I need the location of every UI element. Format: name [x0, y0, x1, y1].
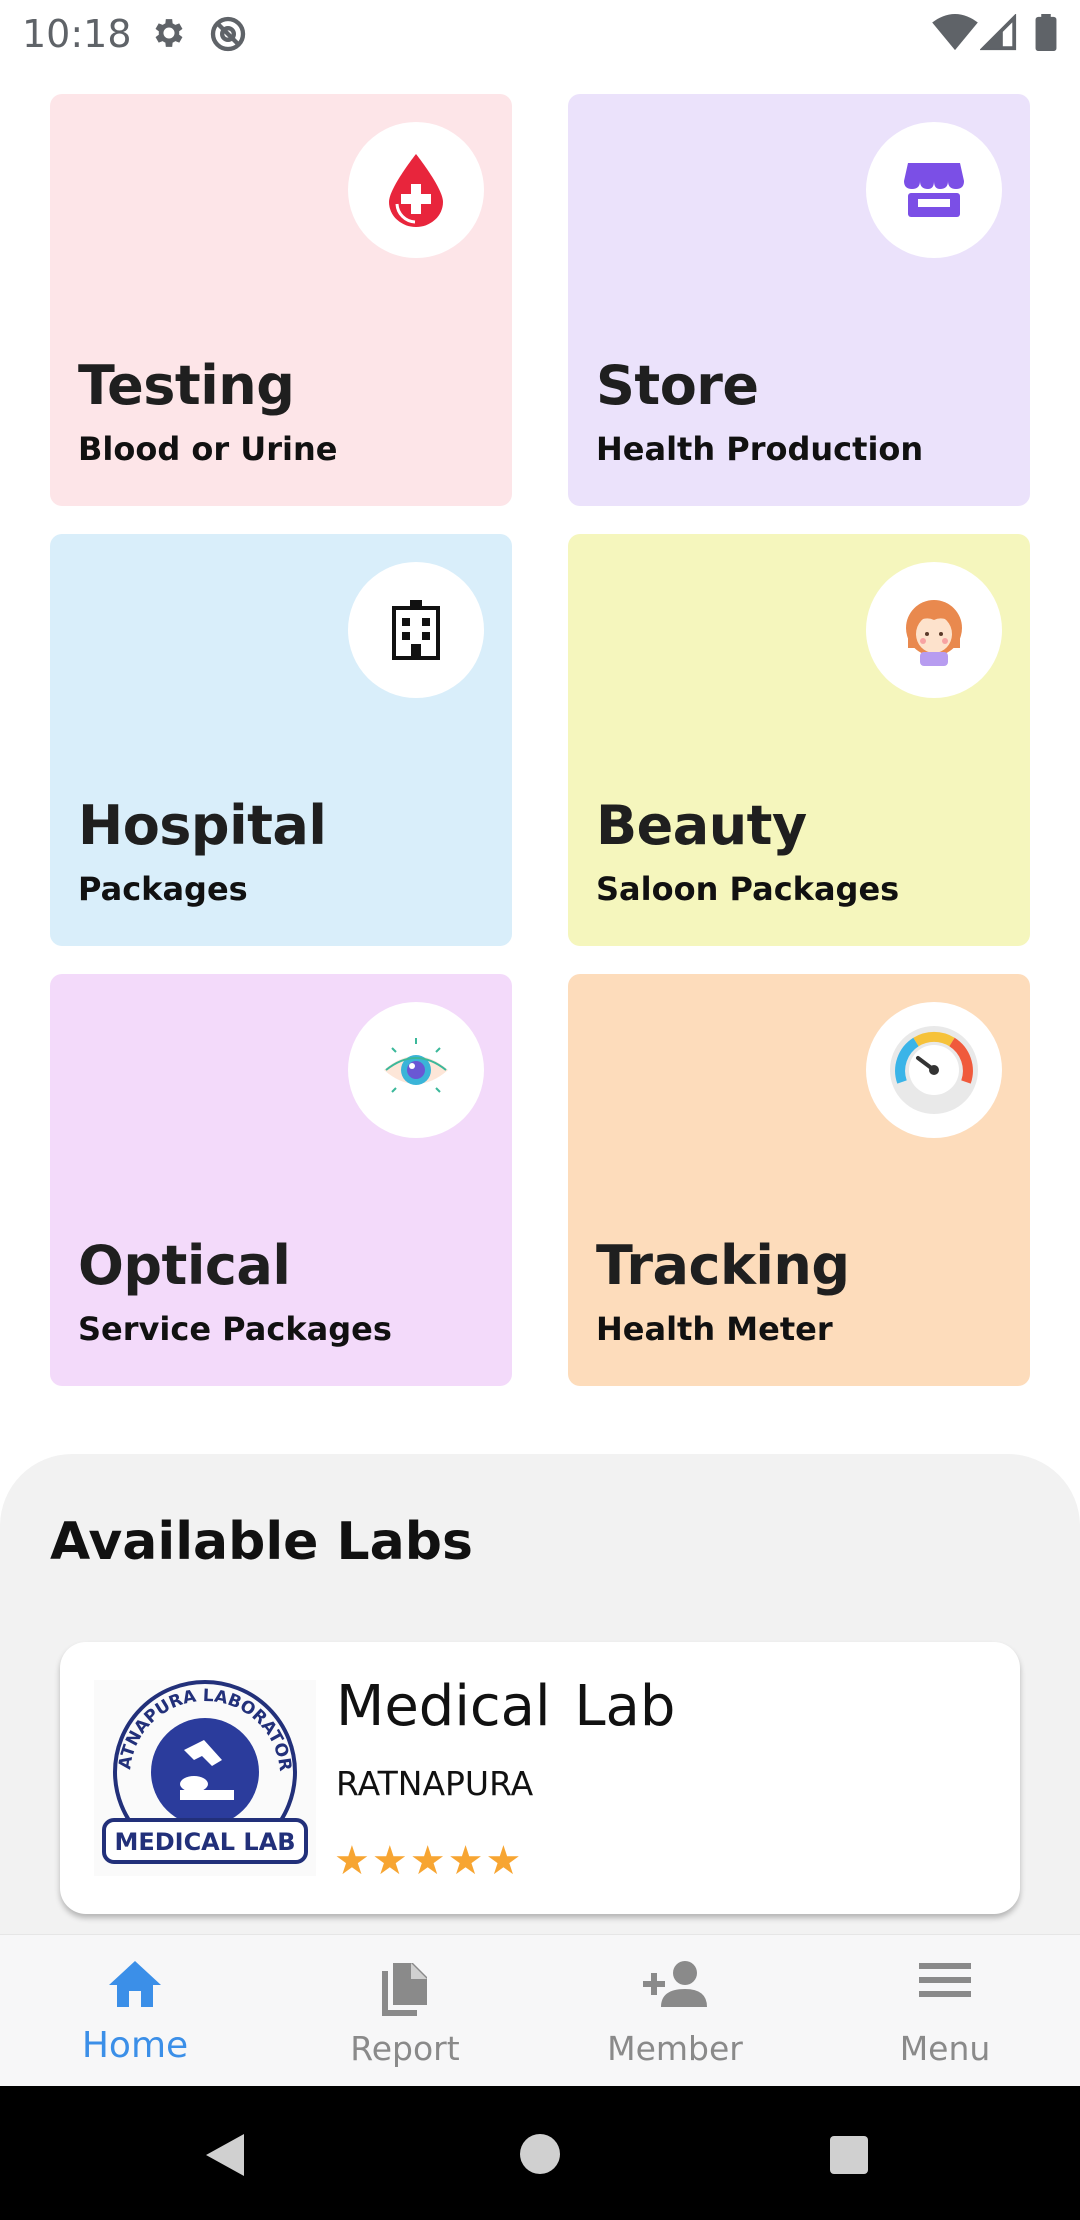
service-icon-circle: [348, 562, 484, 698]
nav-label: Report: [350, 2029, 460, 2068]
service-title: Optical: [78, 1234, 291, 1297]
menu-icon: [919, 1963, 971, 1997]
settings-icon: [155, 19, 183, 47]
service-card-testing[interactable]: Testing Blood or Urine: [50, 94, 512, 506]
woman-face-icon: [906, 600, 962, 666]
service-icon-circle: [866, 1002, 1002, 1138]
service-subtitle: Health Production: [596, 430, 924, 468]
lab-name: Medical Lab: [336, 1674, 676, 1739]
service-subtitle: Service Packages: [78, 1310, 392, 1348]
service-icon-circle: [348, 1002, 484, 1138]
service-title: Beauty: [596, 794, 807, 857]
add-member-icon: [643, 1961, 707, 2007]
eye-icon: [384, 1038, 448, 1093]
signal-icon: [980, 14, 1017, 51]
lab-logo: RATNAPURA LABORATORY MEDICAL LAB: [87, 1665, 316, 1876]
service-title: Testing: [78, 354, 295, 417]
service-subtitle: Blood or Urine: [78, 430, 338, 468]
nav-report[interactable]: Report: [270, 1935, 540, 2087]
bottom-nav: Home Report Member Menu: [0, 1934, 1080, 2087]
battery-icon: [1035, 14, 1057, 52]
hospital-building-icon: [392, 600, 440, 660]
service-card-beauty[interactable]: Beauty Saloon Packages: [568, 534, 1030, 946]
back-icon[interactable]: [204, 2132, 246, 2178]
status-time: 10:18: [22, 12, 132, 56]
report-icon: [382, 1963, 427, 2016]
nav-menu[interactable]: Menu: [810, 1935, 1080, 2087]
lab-city: RATNAPURA: [336, 1764, 534, 1803]
nav-label: Home: [81, 2025, 189, 2066]
nav-label: Member: [607, 2029, 743, 2068]
wifi-icon: [932, 14, 978, 51]
home-icon: [109, 1961, 161, 2007]
data-saver-icon: [210, 16, 246, 52]
service-title: Store: [596, 354, 759, 417]
store-icon: [904, 163, 964, 217]
service-icon-circle: [866, 562, 1002, 698]
gauge-meter-icon: [890, 1026, 978, 1114]
service-subtitle: Packages: [78, 870, 248, 908]
home-circle-icon[interactable]: [518, 2132, 562, 2176]
lab-card[interactable]: RATNAPURA LABORATORY MEDICAL LAB Medical…: [60, 1642, 1020, 1914]
status-bar: 10:18: [0, 0, 1080, 66]
system-nav-bar: [0, 2086, 1080, 2220]
lab-rating-stars: ★★★★★: [334, 1839, 524, 1883]
section-title: Available Labs: [50, 1512, 473, 1572]
recents-icon[interactable]: [828, 2134, 870, 2176]
service-card-store[interactable]: Store Health Production: [568, 94, 1030, 506]
nav-member[interactable]: Member: [540, 1935, 810, 2087]
service-card-hospital[interactable]: Hospital Packages: [50, 534, 512, 946]
service-icon-circle: [348, 122, 484, 258]
nav-home[interactable]: Home: [0, 1935, 270, 2087]
available-labs-section: Available Labs RATNAPURA LABORATORY MEDI…: [0, 1454, 1080, 1934]
blood-drop-icon: [389, 154, 443, 227]
service-subtitle: Saloon Packages: [596, 870, 900, 908]
service-subtitle: Health Meter: [596, 1310, 833, 1348]
svg-text:MEDICAL LAB: MEDICAL LAB: [114, 1828, 295, 1856]
service-card-tracking[interactable]: Tracking Health Meter: [568, 974, 1030, 1386]
service-card-optical[interactable]: Optical Service Packages: [50, 974, 512, 1386]
service-title: Hospital: [78, 794, 327, 857]
nav-label: Menu: [899, 2029, 991, 2068]
service-icon-circle: [866, 122, 1002, 258]
service-title: Tracking: [596, 1234, 850, 1297]
